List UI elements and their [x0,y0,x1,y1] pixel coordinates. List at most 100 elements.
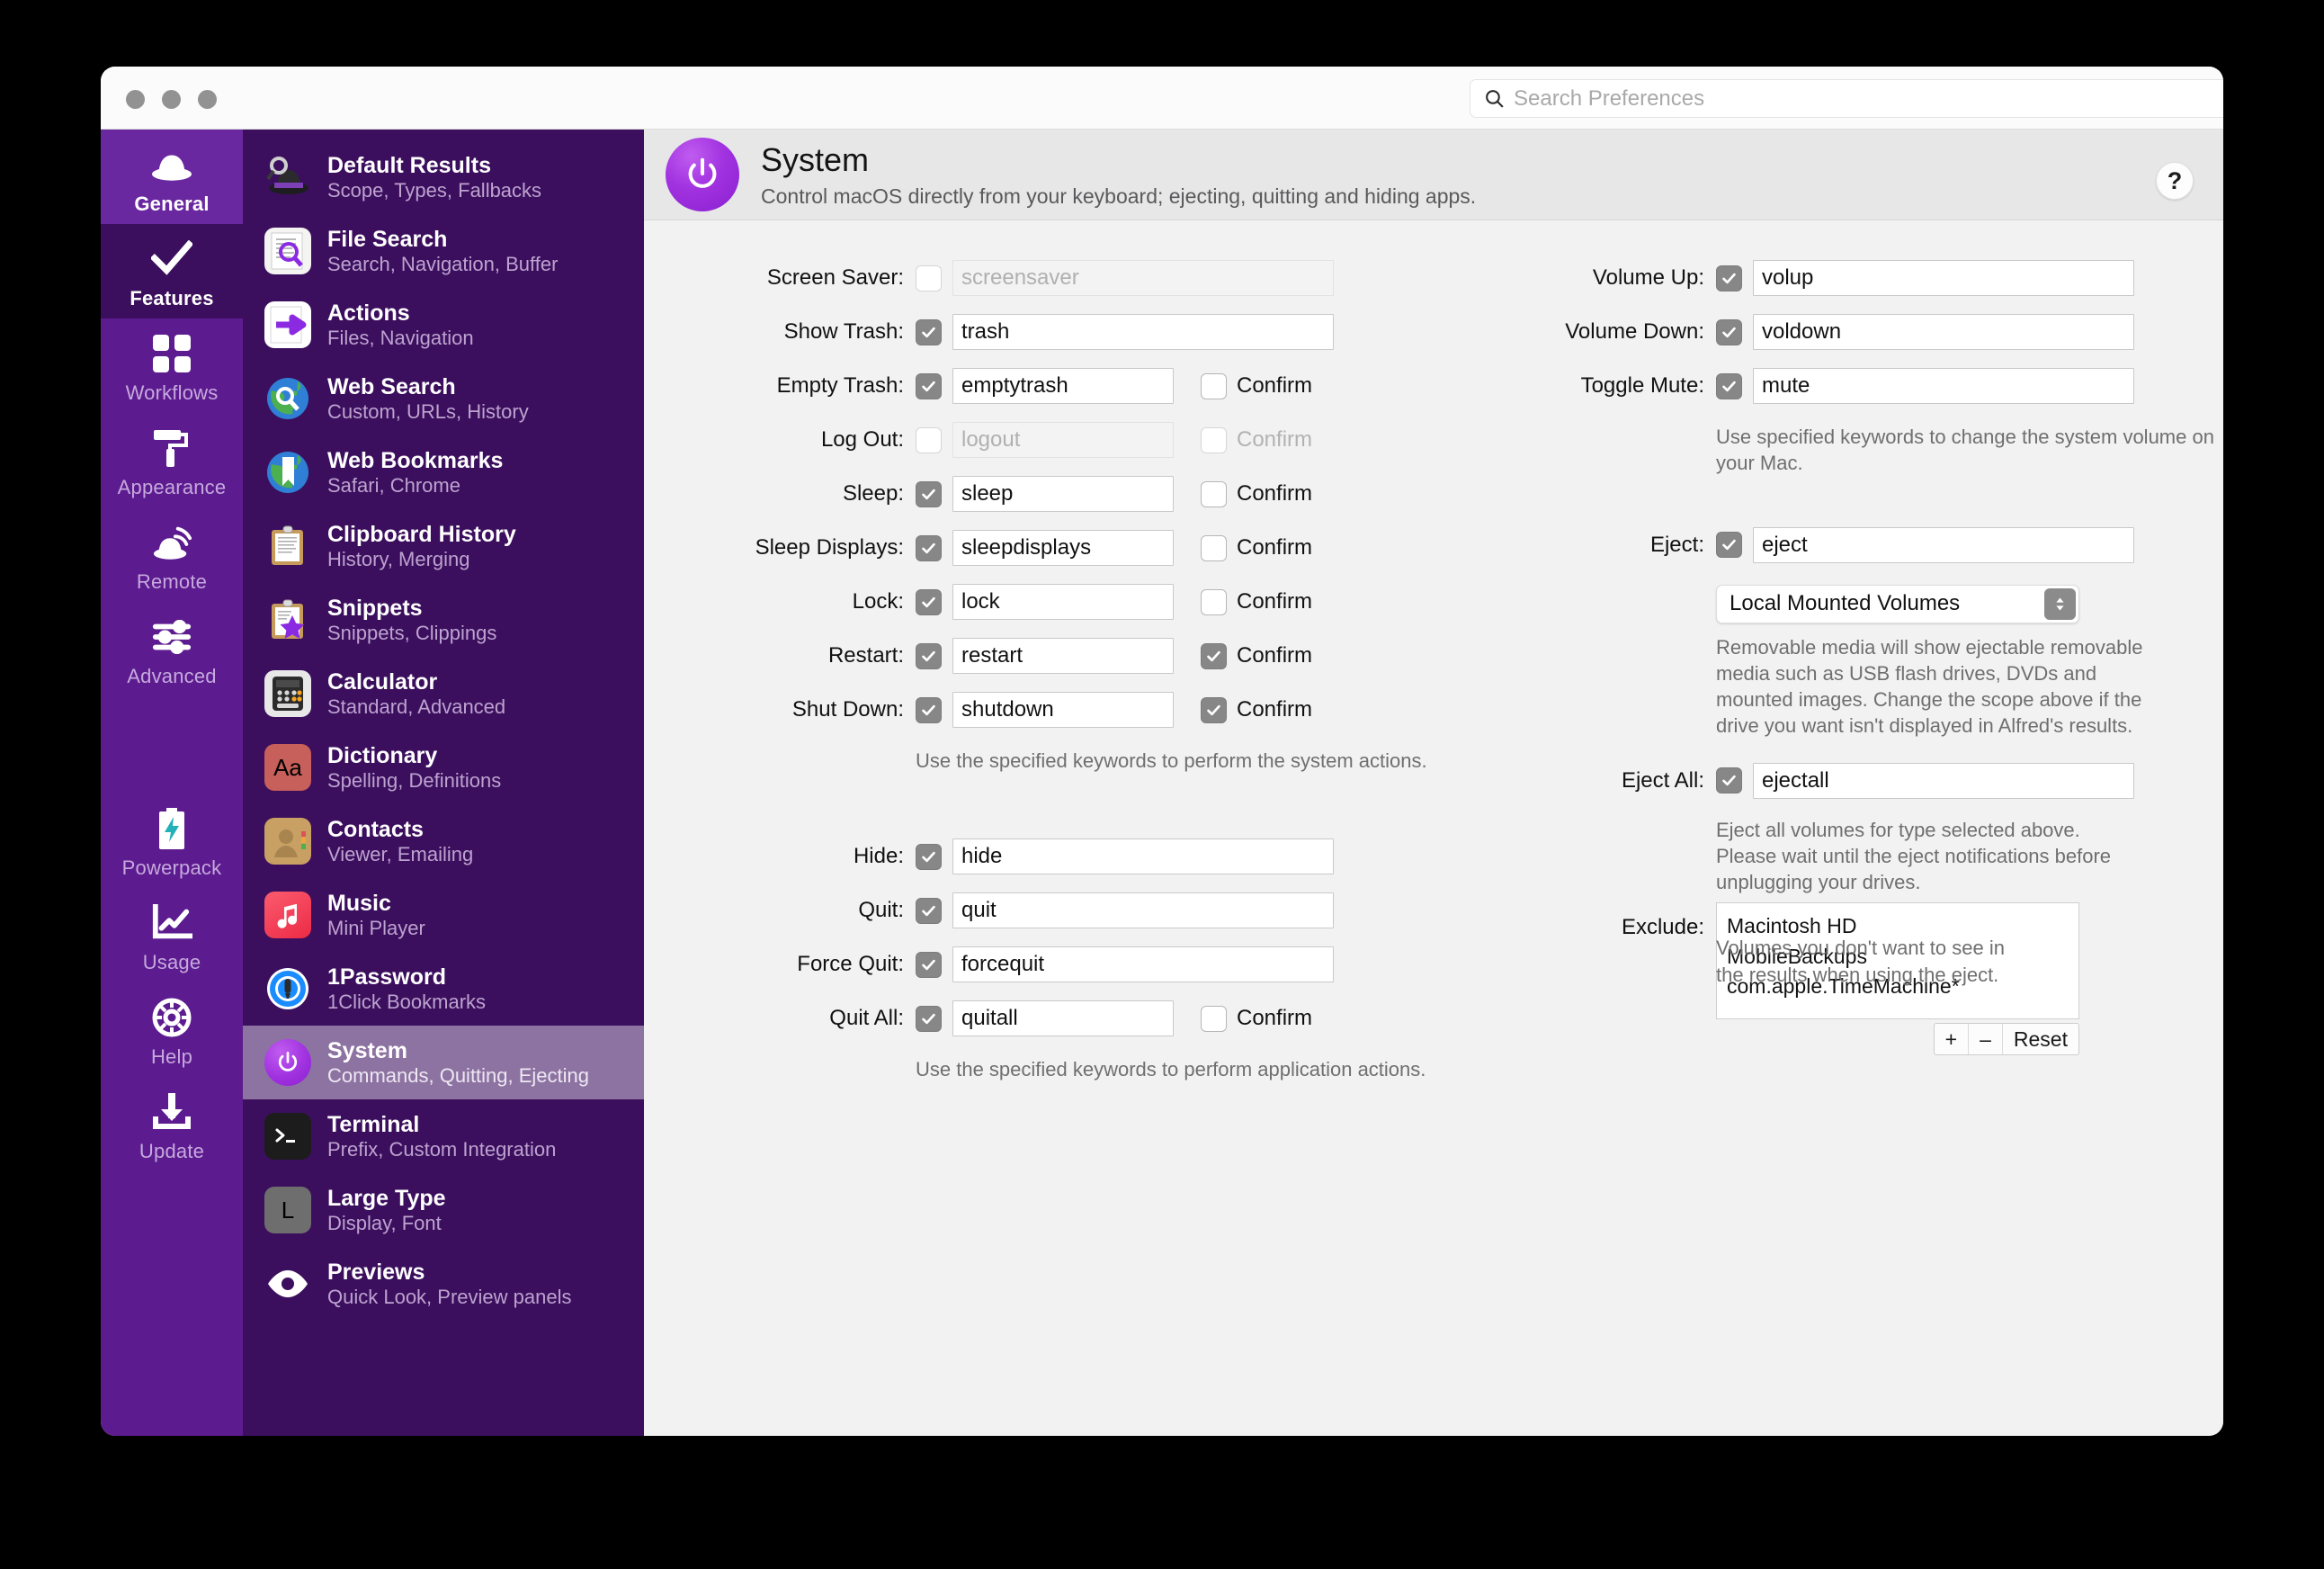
system-confirm-checkbox-restart[interactable] [1201,643,1227,669]
help-button[interactable]: ? [2156,162,2194,200]
sidebar-item-powerpack[interactable]: Powerpack [101,793,243,888]
feature-item-previews[interactable]: PreviewsQuick Look, Preview panels [243,1247,644,1321]
system-confirm-checkbox-lock[interactable] [1201,589,1227,615]
app-keyword-input-force-quit[interactable] [952,946,1334,982]
feature-item-clipboard-history[interactable]: Clipboard HistoryHistory, Merging [243,509,644,583]
up-down-chevrons-icon[interactable] [2044,588,2076,620]
feature-item-web-bookmarks[interactable]: Web BookmarksSafari, Chrome [243,435,644,509]
system-confirm-shut-down[interactable]: Confirm [1201,697,1312,723]
system-keyword-input-sleep-displays[interactable] [952,530,1174,566]
system-confirm-checkbox-shut-down[interactable] [1201,697,1227,723]
volume-keyword-input-toggle-mute[interactable] [1753,368,2134,404]
hat-signal-icon [151,517,192,568]
feature-item-snippets[interactable]: SnippetsSnippets, Clippings [243,583,644,657]
sidebar-item-usage[interactable]: Usage [101,888,243,982]
system-enable-checkbox-show-trash[interactable] [916,319,942,345]
system-keyword-input-empty-trash[interactable] [952,368,1174,404]
feature-item-contacts[interactable]: ContactsViewer, Emailing [243,804,644,878]
feature-item-actions[interactable]: ActionsFiles, Navigation [243,288,644,362]
volume-enable-checkbox-volume-up[interactable] [1716,265,1742,291]
feature-item-web-search[interactable]: Web SearchCustom, URLs, History [243,362,644,435]
system-confirm-log-out[interactable]: Confirm [1201,427,1312,453]
feature-item-music[interactable]: MusicMini Player [243,878,644,952]
system-keyword-input-lock[interactable] [952,584,1174,620]
app-keyword-input-quit[interactable] [952,892,1334,928]
minimize-window-button[interactable] [162,90,181,109]
maximize-window-button[interactable] [198,90,217,109]
system-enable-checkbox-log-out[interactable] [916,427,942,453]
app-confirm-checkbox-quit-all[interactable] [1201,1006,1227,1032]
app-keyword-input-quit-all[interactable] [952,1000,1174,1036]
app-confirm-quit-all[interactable]: Confirm [1201,1006,1312,1032]
feature-item-subtitle: Quick Look, Preview panels [327,1286,571,1309]
system-keyword-input-restart[interactable] [952,638,1174,674]
search-preferences-field[interactable] [1470,79,2223,118]
system-confirm-sleep[interactable]: Confirm [1201,481,1312,507]
eject-all-enable-checkbox-eject-all[interactable] [1716,767,1742,793]
system-confirm-sleep-displays[interactable]: Confirm [1201,535,1312,561]
system-keyword-input-show-trash[interactable] [952,314,1334,350]
system-confirm-checkbox-sleep-displays[interactable] [1201,535,1227,561]
system-keyword-input-screen-saver[interactable] [952,260,1334,296]
eject-scope-value[interactable]: Local Mounted Volumes [1716,585,2079,623]
feature-item-system[interactable]: SystemCommands, Quitting, Ejecting [243,1026,644,1099]
system-keyword-input-log-out[interactable] [952,422,1174,458]
sidebar-item-workflows[interactable]: Workflows [101,318,243,413]
search-input[interactable] [1514,86,2197,112]
feature-item-file-search[interactable]: File SearchSearch, Navigation, Buffer [243,214,644,288]
system-confirm-checkbox-log-out[interactable] [1201,427,1227,453]
eject-all-keyword-input-eject-all[interactable] [1753,763,2134,799]
remove-exclusion-button[interactable]: – [1969,1024,2003,1054]
system-confirm-empty-trash[interactable]: Confirm [1201,373,1312,399]
app-label-quit: Quit: [644,898,916,923]
system-enable-checkbox-restart[interactable] [916,643,942,669]
feature-item-title: Previews [327,1260,571,1286]
system-enable-checkbox-empty-trash[interactable] [916,373,942,399]
system-confirm-checkbox-sleep[interactable] [1201,481,1227,507]
feature-item-calculator[interactable]: CalculatorStandard, Advanced [243,657,644,731]
app-enable-checkbox-hide[interactable] [916,844,942,870]
eject-keyword-input-eject[interactable] [1753,527,2134,563]
feature-item-dictionary[interactable]: AaDictionarySpelling, Definitions [243,731,644,804]
system-keyword-input-shut-down[interactable] [952,692,1174,728]
eject-scope-popup[interactable]: Local Mounted Volumes [1716,585,2079,623]
close-window-button[interactable] [126,90,145,109]
page-subtitle: Control macOS directly from your keyboar… [761,184,1476,209]
system-enable-checkbox-lock[interactable] [916,589,942,615]
add-exclusion-button[interactable]: + [1935,1024,1969,1054]
app-enable-checkbox-quit-all[interactable] [916,1006,942,1032]
app-enable-checkbox-force-quit[interactable] [916,952,942,978]
feature-item-large-type[interactable]: LLarge TypeDisplay, Font [243,1173,644,1247]
sidebar-item-remote[interactable]: Remote [101,507,243,602]
eject-enable-checkbox-eject[interactable] [1716,532,1742,558]
volume-enable-checkbox-volume-down[interactable] [1716,319,1742,345]
volume-keyword-input-volume-up[interactable] [1753,260,2134,296]
feature-item-subtitle: Mini Player [327,917,425,940]
feature-item-title: Web Search [327,374,529,400]
volume-keyword-input-volume-down[interactable] [1753,314,2134,350]
sidebar-item-appearance[interactable]: Appearance [101,413,243,507]
system-enable-checkbox-shut-down[interactable] [916,697,942,723]
system-confirm-checkbox-empty-trash[interactable] [1201,373,1227,399]
feature-item-terminal[interactable]: TerminalPrefix, Custom Integration [243,1099,644,1173]
sidebar-item-help[interactable]: Help [101,982,243,1077]
sidebar-item-features[interactable]: Features [101,224,243,318]
system-confirm-lock[interactable]: Confirm [1201,589,1312,615]
sidebar-item-general[interactable]: General [101,130,243,224]
feature-item-default-results[interactable]: Default ResultsScope, Types, Fallbacks [243,140,644,214]
system-enable-checkbox-screen-saver[interactable] [916,265,942,291]
app-keyword-input-hide[interactable] [952,838,1334,874]
feature-item-title: Actions [327,300,474,327]
app-enable-checkbox-quit[interactable] [916,898,942,924]
system-enable-checkbox-sleep-displays[interactable] [916,535,942,561]
sidebar-item-advanced[interactable]: Advanced [101,602,243,696]
system-keyword-input-sleep[interactable] [952,476,1174,512]
volume-enable-checkbox-toggle-mute[interactable] [1716,373,1742,399]
feature-item-title: Terminal [327,1112,556,1138]
sidebar-item-update[interactable]: Update [101,1077,243,1171]
app-row-quit: Quit: [644,883,1435,937]
system-confirm-restart[interactable]: Confirm [1201,643,1312,669]
system-enable-checkbox-sleep[interactable] [916,481,942,507]
reset-exclusions-button[interactable]: Reset [2003,1024,2078,1054]
feature-item-1password[interactable]: 1Password1Click Bookmarks [243,952,644,1026]
